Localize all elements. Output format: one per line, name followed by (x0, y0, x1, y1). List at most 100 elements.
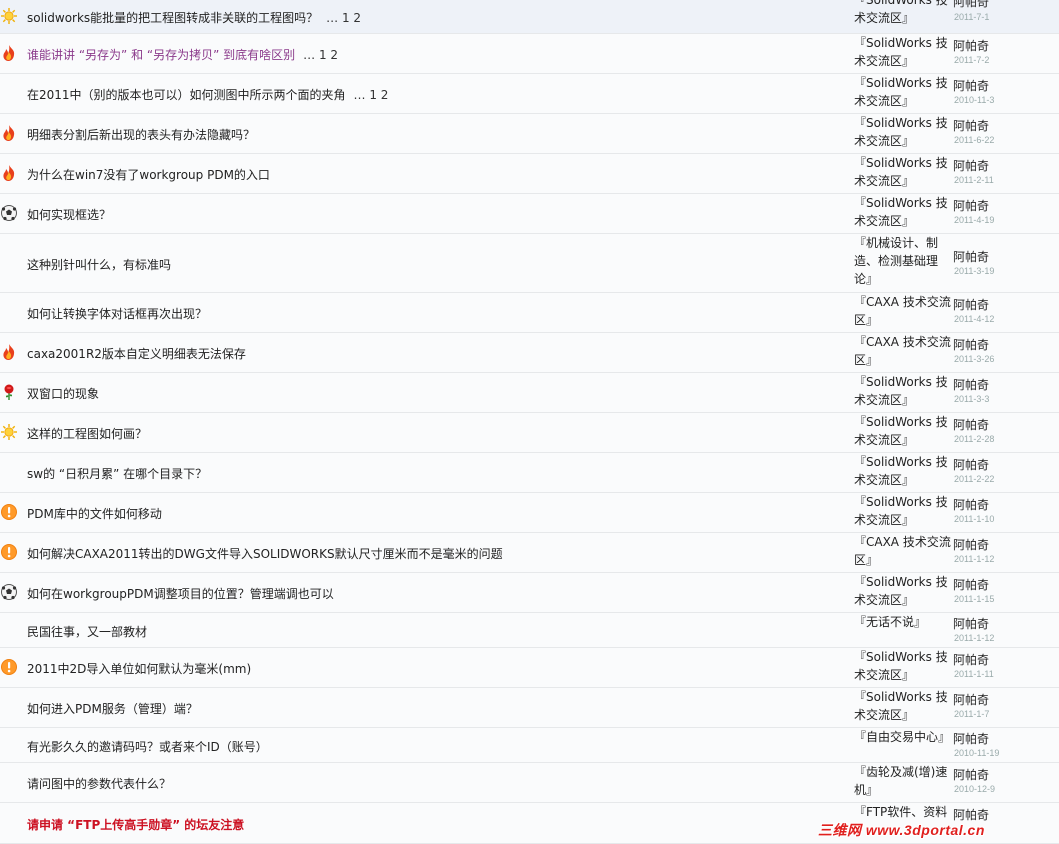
thread-row: 如何实现框选？ 『SolidWorks 技术交流区』 阿帕奇 2011-4-19 (0, 194, 1059, 234)
forum-link[interactable]: 『SolidWorks 技术交流区』 (854, 648, 952, 684)
author-link[interactable]: 阿帕奇 (953, 536, 989, 553)
thread-title-link[interactable]: sw的 “日积月累” 在哪个目录下？ (27, 465, 207, 482)
soccer-ball-icon (0, 204, 18, 222)
thread-title-link[interactable]: 在2011中（别的版本也可以）如何测图中所示两个面的夹角 … 1 2 (27, 86, 388, 103)
forum-link[interactable]: 『FTP软件、资料 (854, 803, 952, 821)
post-date: 2011-2-28 (954, 434, 995, 444)
fire-icon (0, 164, 18, 182)
post-date: 2010-11-3 (954, 95, 995, 105)
thread-title-link[interactable]: 为什么在win7没有了workgroup PDM的入口 (27, 166, 270, 183)
author-link[interactable]: 阿帕奇 (953, 37, 989, 54)
post-date: 2011-1-7 (954, 709, 990, 719)
thread-title-link[interactable]: 这样的工程图如何画？ (27, 425, 147, 442)
forum-link[interactable]: 『机械设计、制造、检测基础理论』 (854, 234, 952, 288)
thread-title-link[interactable]: 请问图中的参数代表什么？ (27, 775, 171, 792)
thread-title-link[interactable]: 2011中2D导入单位如何默认为毫米(mm) (27, 660, 251, 677)
post-date: 2011-1-12 (954, 554, 995, 564)
thread-title-link[interactable]: 双窗口的现象 (27, 385, 99, 402)
forum-link[interactable]: 『齿轮及减(增)速机』 (854, 763, 952, 799)
author-link[interactable]: 阿帕奇 (953, 456, 989, 473)
thread-title-text: 如何实现框选？ (27, 208, 112, 222)
thread-row: 如何解决CAXA2011转出的DWG文件导入SOLIDWORKS默认尺寸厘米而不… (0, 533, 1059, 573)
thread-title-text: 如何在workgroupPDM调整项目的位置？管理端调也可以 (27, 587, 334, 601)
author-link[interactable]: 阿帕奇 (953, 336, 989, 353)
forum-link[interactable]: 『CAXA 技术交流区』 (854, 333, 952, 369)
author-link[interactable]: 阿帕奇 (953, 576, 989, 593)
author-link[interactable]: 阿帕奇 (953, 416, 989, 433)
thread-title-text: PDM库中的文件如何移动 (27, 507, 162, 521)
forum-link[interactable]: 『SolidWorks 技术交流区』 (854, 573, 952, 609)
forum-link[interactable]: 『无话不说』 (854, 613, 952, 631)
thread-page-links[interactable]: … 1 2 (303, 48, 338, 62)
thread-title-link[interactable]: 这种别针叫什么，有标准吗 (27, 256, 171, 273)
author-link[interactable]: 阿帕奇 (953, 296, 989, 313)
forum-link[interactable]: 『CAXA 技术交流区』 (854, 533, 952, 569)
forum-link[interactable]: 『SolidWorks 技术交流区』 (854, 413, 952, 449)
thread-title-text: 明细表分割后新出现的表头有办法隐藏吗？ (27, 128, 256, 142)
thread-title-text: solidworks能批量的把工程图转成非关联的工程图吗？ (27, 11, 319, 25)
thread-title-text: 为什么在win7没有了workgroup PDM的入口 (27, 168, 270, 182)
thread-title-link[interactable]: solidworks能批量的把工程图转成非关联的工程图吗？ … 1 2 (27, 9, 361, 26)
author-link[interactable]: 阿帕奇 (953, 651, 989, 668)
thread-row: 在2011中（别的版本也可以）如何测图中所示两个面的夹角 … 1 2 『SolidW… (0, 74, 1059, 114)
author-link[interactable]: 阿帕奇 (953, 0, 989, 10)
thread-title-link[interactable]: PDM库中的文件如何移动 (27, 505, 162, 522)
author-link[interactable]: 阿帕奇 (953, 615, 989, 632)
forum-link[interactable]: 『SolidWorks 技术交流区』 (854, 453, 952, 489)
sun-icon (0, 7, 18, 25)
fire-icon (0, 44, 18, 62)
thread-title-text: sw的 “日积月累” 在哪个目录下？ (27, 467, 208, 481)
author-link[interactable]: 阿帕奇 (953, 248, 989, 265)
thread-title-link[interactable]: 请申请 “FTP上传高手勋章” 的坛友注意 (27, 816, 244, 833)
thread-row: 有光影久久的邀请码吗？或者来个ID（账号） 『自由交易中心』 阿帕奇 2010-11-… (0, 728, 1059, 763)
author-link[interactable]: 阿帕奇 (953, 117, 989, 134)
post-date: 2011-1-10 (954, 514, 995, 524)
forum-link[interactable]: 『SolidWorks 技术交流区』 (854, 34, 952, 70)
thread-title-link[interactable]: 如何让转换字体对话框再次出现？ (27, 305, 207, 322)
post-date: 2011-1-11 (954, 669, 994, 679)
thread-row: 谁能讲讲 “另存为” 和 “另存为拷贝” 到底有啥区别 … 1 2 『SolidWo… (0, 34, 1059, 74)
fire-icon (0, 124, 18, 142)
post-date: 2011-3-26 (954, 354, 995, 364)
thread-title-text: 民国往事，又一部教材 (27, 625, 148, 639)
author-link[interactable]: 阿帕奇 (953, 77, 989, 94)
thread-title-link[interactable]: 如何实现框选？ (27, 206, 111, 223)
forum-link[interactable]: 『SolidWorks 技术交流区』 (854, 688, 952, 724)
thread-row: 民国往事，又一部教材 『无话不说』 阿帕奇 2011-1-12 (0, 613, 1059, 648)
author-link[interactable]: 阿帕奇 (953, 197, 989, 214)
thread-row: 如何在workgroupPDM调整项目的位置？管理端调也可以 『SolidWork… (0, 573, 1059, 613)
author-link[interactable]: 阿帕奇 (953, 376, 989, 393)
author-link[interactable]: 阿帕奇 (953, 730, 989, 747)
thread-title-text: 如何进入PDM服务（管理）端？ (27, 702, 198, 716)
thread-title-link[interactable]: 民国往事，又一部教材 (27, 623, 147, 640)
thread-title-text: 双窗口的现象 (27, 387, 100, 401)
forum-link[interactable]: 『SolidWorks 技术交流区』 (854, 373, 952, 409)
rose-icon (0, 383, 18, 401)
forum-link[interactable]: 『SolidWorks 技术交流区』 (854, 114, 952, 150)
thread-title-link[interactable]: 明细表分割后新出现的表头有办法隐藏吗？ (27, 126, 255, 143)
forum-link[interactable]: 『自由交易中心』 (854, 728, 952, 746)
forum-link[interactable]: 『SolidWorks 技术交流区』 (854, 493, 952, 529)
forum-link[interactable]: 『SolidWorks 技术交流区』 (854, 74, 952, 110)
thread-title-link[interactable]: 如何进入PDM服务（管理）端？ (27, 700, 198, 717)
forum-link[interactable]: 『SolidWorks 技术交流区』 (854, 154, 952, 190)
author-link[interactable]: 阿帕奇 (953, 691, 989, 708)
thread-row: 这种别针叫什么，有标准吗 『机械设计、制造、检测基础理论』 阿帕奇 2011-3-19 (0, 234, 1059, 293)
thread-page-links[interactable]: … 1 2 (354, 88, 389, 102)
thread-title-link[interactable]: 如何在workgroupPDM调整项目的位置？管理端调也可以 (27, 585, 334, 602)
author-link[interactable]: 阿帕奇 (953, 157, 989, 174)
thread-page-links[interactable]: … 1 2 (326, 11, 361, 25)
thread-title-text: 这样的工程图如何画？ (27, 427, 148, 441)
thread-title-link[interactable]: 谁能讲讲 “另存为” 和 “另存为拷贝” 到底有啥区别 … 1 2 (27, 46, 338, 63)
post-date: 2011-2-22 (954, 474, 995, 484)
thread-title-link[interactable]: 有光影久久的邀请码吗？或者来个ID（账号） (27, 738, 268, 755)
forum-link[interactable]: 『SolidWorks 技术交流区』 (854, 194, 952, 230)
forum-link[interactable]: 『CAXA 技术交流区』 (854, 293, 952, 329)
author-link[interactable]: 阿帕奇 (953, 766, 989, 783)
thread-title-link[interactable]: 如何解决CAXA2011转出的DWG文件导入SOLIDWORKS默认尺寸厘米而不… (27, 545, 503, 562)
forum-link[interactable]: 『SolidWorks 技术交流区』 (854, 0, 952, 27)
thread-title-link[interactable]: caxa2001R2版本自定义明细表无法保存 (27, 345, 246, 362)
author-link[interactable]: 阿帕奇 (953, 496, 989, 513)
post-date: 2011-1-15 (954, 594, 995, 604)
thread-row: caxa2001R2版本自定义明细表无法保存 『CAXA 技术交流区』 阿帕奇 201… (0, 333, 1059, 373)
